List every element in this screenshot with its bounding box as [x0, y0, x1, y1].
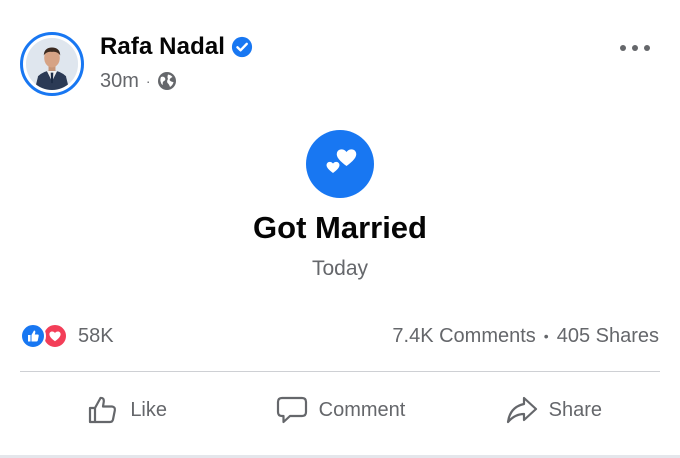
- like-reaction-icon: [20, 323, 46, 349]
- stats-separator: •: [543, 328, 549, 344]
- post-timestamp[interactable]: 30m: [100, 70, 139, 93]
- profile-photo-image: [26, 38, 78, 90]
- life-event-title: Got Married: [253, 210, 427, 245]
- meta-separator: ·: [145, 73, 151, 89]
- comments-count-link[interactable]: 7.4K Comments: [392, 325, 535, 348]
- divider: [20, 371, 660, 372]
- more-options-icon[interactable]: [620, 38, 650, 58]
- comment-button[interactable]: Comment: [233, 382, 446, 438]
- hearts-icon: [306, 130, 374, 198]
- like-button[interactable]: Like: [20, 382, 233, 438]
- post-header: Rafa Nadal 30m ·: [20, 30, 660, 100]
- more-dot: [620, 45, 626, 51]
- shares-count-link[interactable]: 405 Shares: [557, 325, 659, 348]
- author-row: Rafa Nadal: [100, 32, 253, 62]
- engagement-stats: 7.4K Comments • 405 Shares: [392, 321, 659, 351]
- verified-badge-icon: [231, 36, 253, 58]
- share-icon: [506, 396, 537, 424]
- like-icon: [89, 396, 117, 424]
- author-name[interactable]: Rafa Nadal: [100, 33, 225, 61]
- life-event-date: Today: [311, 257, 369, 280]
- profile-photo: [26, 38, 78, 90]
- avatar[interactable]: [20, 32, 84, 96]
- share-button[interactable]: Share: [447, 382, 660, 438]
- post-actions-bar: Like Comment Share: [20, 382, 660, 438]
- globe-icon[interactable]: [157, 71, 177, 91]
- comment-label: Comment: [318, 398, 406, 421]
- comment-icon: [276, 396, 307, 424]
- like-label: Like: [130, 398, 168, 421]
- post-meta: 30m ·: [100, 68, 177, 94]
- reaction-count: 58K: [78, 324, 114, 347]
- share-label: Share: [548, 398, 602, 421]
- more-dot: [632, 45, 638, 51]
- reactions-summary[interactable]: 58K: [20, 321, 114, 351]
- more-dot: [644, 45, 650, 51]
